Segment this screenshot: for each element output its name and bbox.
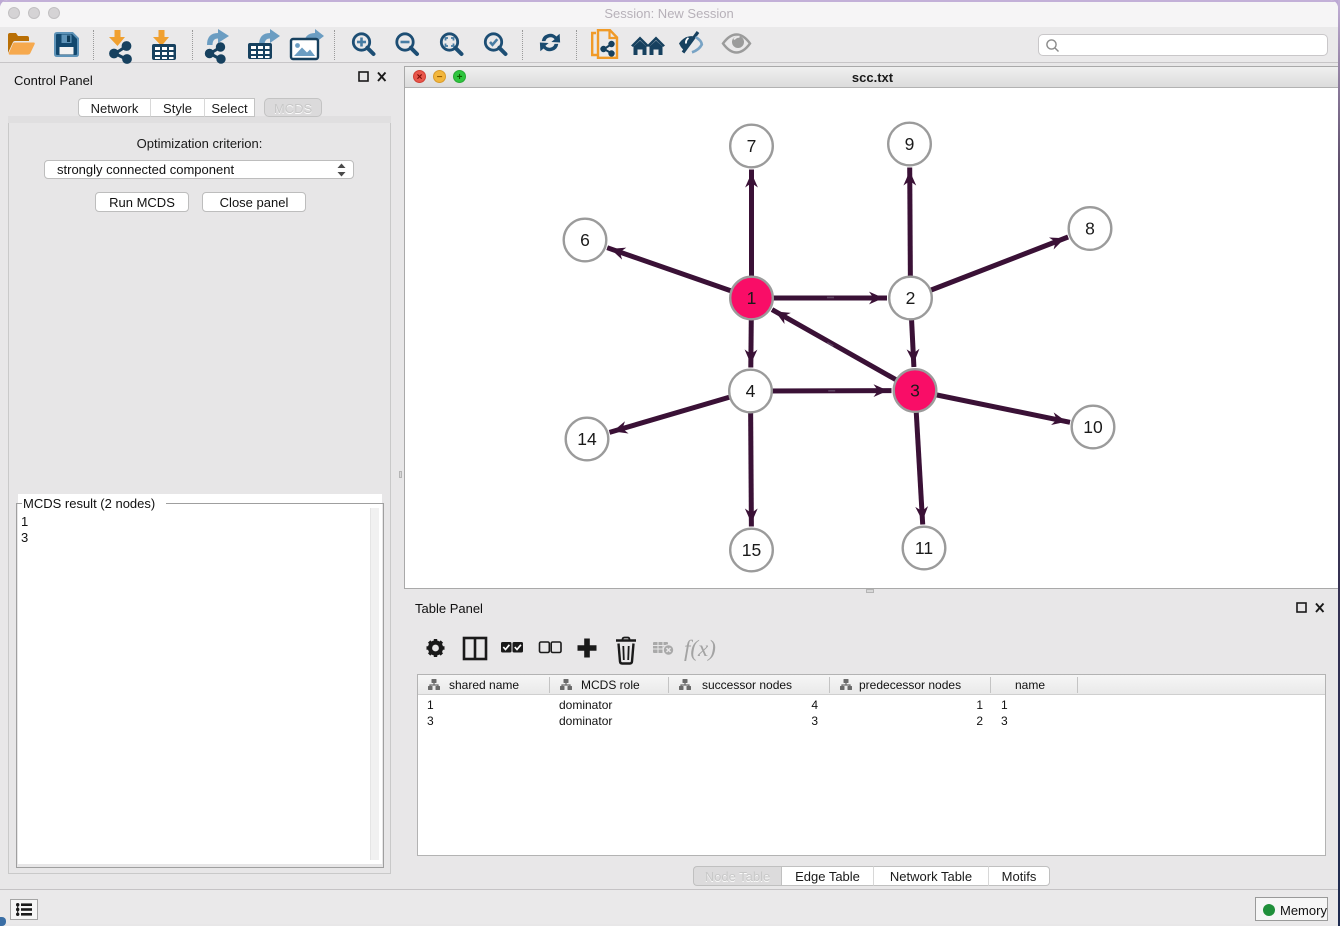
- svg-text:4: 4: [746, 381, 756, 401]
- svg-text:7: 7: [747, 136, 757, 156]
- svg-text:3: 3: [910, 381, 920, 401]
- svg-text:6: 6: [580, 230, 590, 250]
- svg-text:15: 15: [742, 540, 761, 560]
- svg-text:8: 8: [1085, 219, 1095, 239]
- svg-text:14: 14: [577, 429, 597, 449]
- svg-text:10: 10: [1083, 417, 1103, 437]
- svg-text:9: 9: [905, 134, 915, 154]
- svg-text:1: 1: [747, 288, 757, 308]
- svg-text:f(x): f(x): [684, 636, 716, 661]
- svg-text:11: 11: [915, 538, 933, 558]
- svg-text:2: 2: [906, 288, 916, 308]
